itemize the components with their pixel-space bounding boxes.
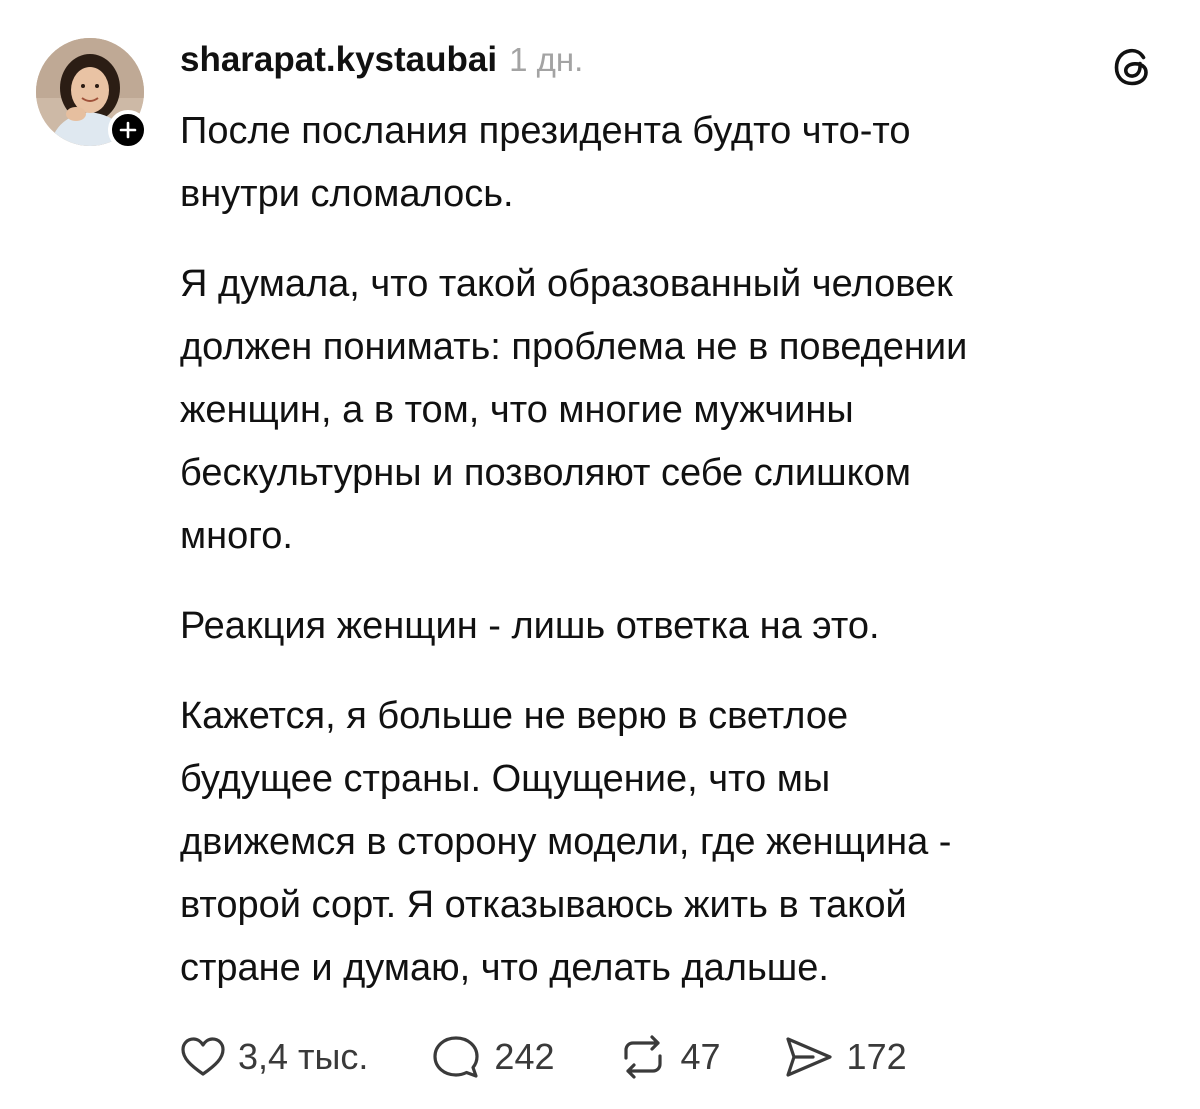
share-button[interactable]: 172 bbox=[783, 1034, 907, 1080]
post-paragraph-3: Реакция женщин - лишь ответка на это. bbox=[180, 605, 880, 647]
post-timestamp: 1 дн. bbox=[509, 41, 584, 78]
post-paragraph-2: Я думала, что такой образованный человек… bbox=[180, 263, 968, 557]
repost-count: 47 bbox=[680, 1036, 721, 1077]
username[interactable]: sharapat.kystaubai bbox=[180, 40, 497, 80]
post-body: После послания президента будто что-то в… bbox=[180, 100, 1170, 1027]
like-count: 3,4 тыс. bbox=[238, 1036, 369, 1077]
thread-post: sharapat.kystaubai 1 дн. После послания … bbox=[0, 0, 1200, 1109]
post-paragraph-4: Кажется, я больше не верю в светлое буду… bbox=[180, 695, 952, 989]
send-arrow-icon bbox=[785, 1037, 832, 1077]
reply-button[interactable]: 242 bbox=[430, 1034, 555, 1080]
heart-icon bbox=[181, 1037, 225, 1076]
comment-bubble-icon bbox=[433, 1036, 480, 1078]
reply-count: 242 bbox=[494, 1036, 555, 1077]
avatar-container bbox=[36, 38, 148, 150]
plus-icon bbox=[119, 121, 137, 139]
post-header: sharapat.kystaubai 1 дн. bbox=[180, 40, 583, 84]
repost-button[interactable]: 47 bbox=[617, 1034, 721, 1080]
post-actions: 3,4 тыс. 242 47 172 bbox=[180, 1030, 969, 1084]
share-count: 172 bbox=[846, 1036, 907, 1077]
like-button[interactable]: 3,4 тыс. bbox=[180, 1036, 368, 1078]
post-paragraph-1: После послания президента будто что-то в… bbox=[180, 110, 911, 215]
threads-logo-icon[interactable] bbox=[1110, 44, 1156, 90]
follow-button[interactable] bbox=[108, 110, 148, 150]
repost-arrows-icon bbox=[623, 1035, 662, 1079]
